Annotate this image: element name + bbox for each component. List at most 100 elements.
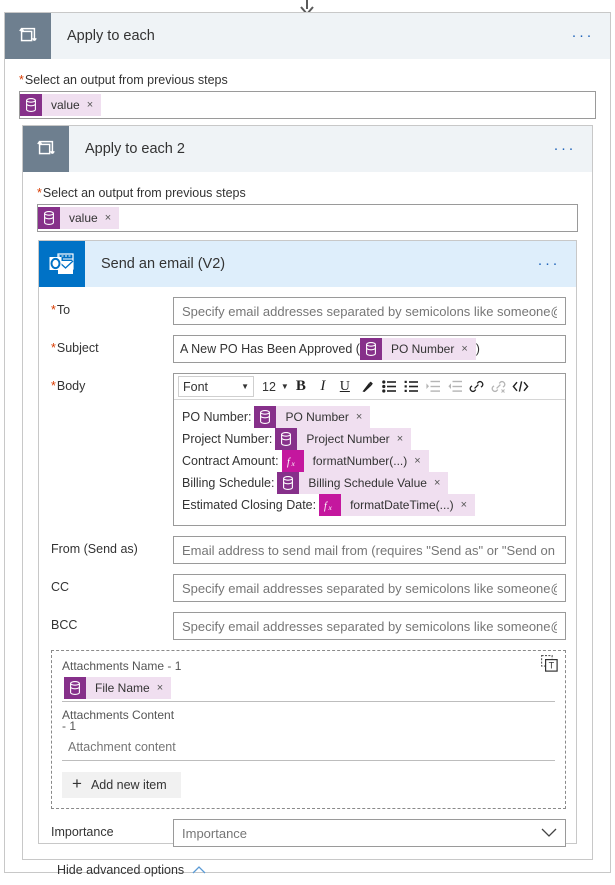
dynamic-content-icon [254,406,277,428]
chevron-up-icon [192,866,206,874]
token-remove-button[interactable]: × [414,455,428,467]
chevron-down-icon: ▼ [280,382,289,391]
svg-text:f: f [324,501,328,512]
bcc-input[interactable] [173,612,566,640]
apply-to-each-title: Apply to each [67,28,155,44]
underline-icon[interactable]: U [335,376,355,397]
attachments-content-input[interactable]: Attachment content [62,733,555,761]
token-label: value [69,211,98,225]
from-input[interactable] [173,536,566,564]
apply-to-each-2-header[interactable]: Apply to each 2 ··· [23,126,592,172]
loop2-output-input[interactable]: value × [37,204,578,232]
hide-advanced-options-button[interactable]: Hide advanced options [39,857,576,877]
dynamic-token[interactable]: PO Number × [254,406,371,428]
expression-icon: f x [319,494,342,516]
code-view-icon[interactable] [511,376,531,397]
dynamic-token[interactable]: value × [20,94,102,116]
token-remove-button[interactable]: × [157,682,171,694]
loop1-output-input[interactable]: value × [19,91,596,119]
attachments-content-placeholder: Attachment content [68,739,176,754]
add-new-item-label: Add new item [90,778,167,792]
to-label: *To [51,303,71,317]
cc-input[interactable] [173,574,566,602]
token-remove-button[interactable]: × [87,99,101,111]
send-email-header[interactable]: Send an email (V2) ··· [39,241,576,287]
token-remove-button[interactable]: × [397,433,411,445]
loop-icon [5,13,51,59]
apply-to-each-header[interactable]: Apply to each ··· [5,13,610,59]
dynamic-token[interactable]: Project Number × [275,428,412,450]
expression-token[interactable]: f x formatNumber(...) × [281,450,429,472]
from-label: From (Send as) [51,542,138,556]
numbered-list-icon[interactable] [401,376,421,397]
svg-text:x: x [328,503,333,512]
indent-icon[interactable] [423,376,443,397]
token-remove-button[interactable]: × [434,477,448,489]
token-remove-button[interactable]: × [461,343,475,355]
apply-to-each-body: *Select an output from previous steps va… [5,59,610,119]
token-label: PO Number [285,410,349,424]
unlink-icon[interactable] [489,376,509,397]
body-line-label: Billing Schedule: [182,476,275,490]
loop1-field-label: *Select an output from previous steps [19,73,228,87]
font-size-value: 12 [262,379,276,394]
bcc-row: BCC [39,612,576,640]
required-asterisk: * [37,186,42,200]
outdent-icon[interactable] [445,376,465,397]
body-content[interactable]: PO Number: PO Number × Project Number: P… [174,400,565,525]
token-remove-button[interactable]: × [356,411,370,423]
body-line: Estimated Closing Date: f x formatDateTi… [182,494,557,516]
send-email-card[interactable]: Send an email (V2) ··· *To *Subject [38,240,577,877]
attachments-content-label: Attachments Content - 1 [62,708,175,733]
body-line: Project Number: Project Number × [182,428,557,450]
outlook-icon [39,241,85,287]
subject-text-before: A New PO Has Been Approved ( [180,342,360,356]
dynamic-token[interactable]: Billing Schedule Value × [277,472,449,494]
send-email-title: Send an email (V2) [101,256,226,272]
add-new-item-button[interactable]: + Add new item [62,772,181,798]
to-input[interactable] [173,297,566,325]
to-row: *To [39,297,576,325]
bulleted-list-icon[interactable] [379,376,399,397]
link-icon[interactable] [467,376,487,397]
font-size-select[interactable]: 12 ▼ [262,376,289,397]
body-label: *Body [51,379,86,393]
loop2-field-label: *Select an output from previous steps [37,186,246,200]
duplicate-item-icon[interactable]: T [541,655,559,673]
token-remove-button[interactable]: × [105,212,119,224]
dynamic-content-icon [277,472,300,494]
attachments-name-input[interactable]: File Name × [62,674,555,702]
token-label: File Name [95,680,150,695]
dynamic-token[interactable]: PO Number × [359,338,476,360]
subject-text-after: ) [475,342,480,356]
token-remove-button[interactable]: × [461,499,475,511]
body-rich-text-editor[interactable]: Font ▼ 12 ▼ B I U PO Number: PO Number ×… [173,373,566,526]
dynamic-content-icon [275,428,298,450]
italic-icon[interactable]: I [313,376,333,397]
body-line-label: Contract Amount: [182,454,279,468]
required-asterisk: * [51,341,56,355]
expression-token[interactable]: f x formatDateTime(...) × [319,494,476,516]
text-color-icon[interactable] [357,376,377,397]
font-family-value: Font [183,379,209,394]
send-email-form: *To *Subject A New PO Has Been Approved … [39,287,576,877]
attachments-name-label: Attachments Name - 1 [62,659,182,673]
rte-toolbar: Font ▼ 12 ▼ B I U [174,374,565,400]
send-email-menu-button[interactable]: ··· [538,256,577,271]
subject-row: *Subject A New PO Has Been Approved (PO… [39,335,576,363]
apply-to-each-menu-button[interactable]: ··· [572,28,611,43]
dynamic-token[interactable]: File Name × [64,676,172,699]
font-family-select[interactable]: Font ▼ [178,376,254,397]
loop-icon [23,126,69,172]
importance-select[interactable]: Importance [173,819,566,847]
body-line-label: Project Number: [182,432,273,446]
dynamic-content-icon [20,94,42,116]
importance-row: Importance Importance [39,819,576,847]
subject-input[interactable]: A New PO Has Been Approved ( PO Number ×… [173,335,566,363]
required-asterisk: * [19,73,24,87]
apply-to-each-2-menu-button[interactable]: ··· [554,141,593,156]
bold-icon[interactable]: B [291,376,311,397]
cc-label: CC [51,580,70,594]
dynamic-token[interactable]: value × [38,207,120,229]
token-label: value [51,98,80,112]
